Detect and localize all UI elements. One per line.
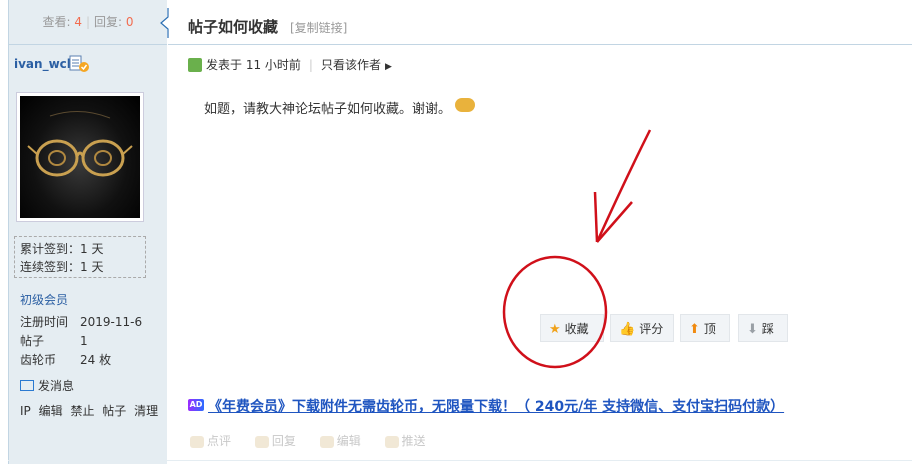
edit-link[interactable]: 编辑 bbox=[319, 434, 361, 448]
comment-link[interactable]: 点评 bbox=[190, 434, 231, 448]
edit-label: 编辑 bbox=[336, 434, 361, 448]
comment-icon bbox=[190, 435, 204, 448]
reply-label: 回复 bbox=[271, 434, 296, 448]
red-annotation bbox=[502, 129, 652, 369]
comment-label: 点评 bbox=[207, 434, 232, 448]
pencil-icon bbox=[319, 435, 334, 448]
reply-icon bbox=[254, 435, 269, 448]
push-label: 推送 bbox=[401, 434, 426, 448]
push-link[interactable]: 推送 bbox=[384, 434, 426, 448]
post-footer: 点评 回复 编辑 推送 bbox=[190, 432, 446, 449]
ad-text: 《年费会员》下载附件无需齿轮币，无限量下载！（ 240元/年 支持微信、支付宝扫… bbox=[208, 399, 785, 415]
ad-tag-icon: AD bbox=[188, 399, 204, 411]
divider bbox=[8, 460, 912, 461]
reply-link[interactable]: 回复 bbox=[254, 434, 296, 448]
ad-link[interactable]: AD 《年费会员》下载附件无需齿轮币，无限量下载！（ 240元/年 支持微信、支付… bbox=[188, 396, 784, 416]
push-icon bbox=[384, 435, 399, 448]
